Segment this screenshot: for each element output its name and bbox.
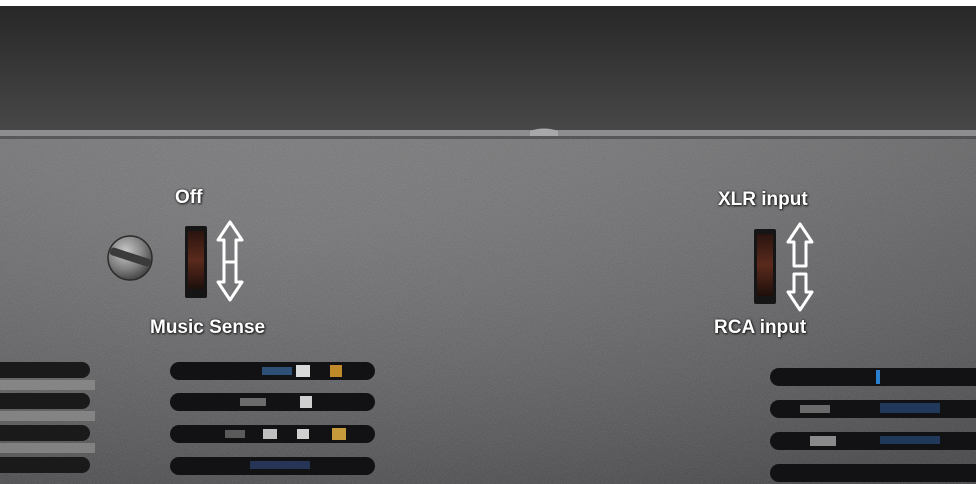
- music-sense-switch: [185, 226, 207, 298]
- music-sense-label: Music Sense: [150, 317, 266, 338]
- screw-icon: [107, 235, 153, 281]
- amplifier-chassis: [0, 0, 976, 484]
- amplifier-panel-photo: Off Music Sense XLR input RCA input: [0, 0, 976, 484]
- xlr-input-label: XLR input: [718, 189, 808, 210]
- input-select-switch: [754, 229, 776, 304]
- rca-input-label: RCA input: [714, 317, 807, 338]
- off-label: Off: [175, 187, 203, 208]
